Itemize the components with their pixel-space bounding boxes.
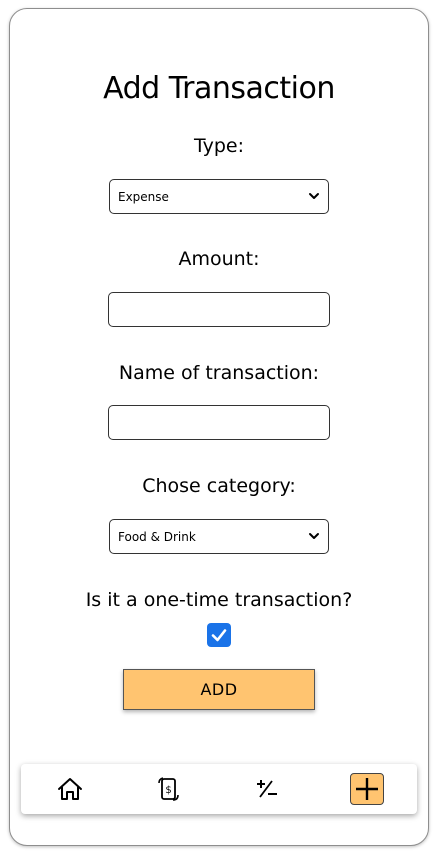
category-label: Chose category:	[142, 475, 296, 497]
one-time-label: Is it a one-time transaction?	[85, 589, 353, 611]
amount-label: Amount:	[178, 248, 260, 270]
nav-home[interactable]	[53, 773, 87, 805]
category-select-value: Food & Drink	[118, 529, 196, 544]
transaction-name-label: Name of transaction:	[118, 362, 320, 384]
checkmark-icon	[211, 629, 227, 642]
home-icon	[58, 778, 82, 800]
one-time-checkbox[interactable]	[207, 623, 231, 647]
plus-icon	[356, 778, 378, 800]
amount-input[interactable]	[108, 292, 330, 327]
page-title: Add Transaction	[103, 71, 335, 106]
chevron-down-icon	[309, 193, 319, 199]
nav-transactions[interactable]: $	[152, 773, 186, 805]
money-transfer-icon: $	[158, 777, 179, 801]
chevron-down-icon	[309, 533, 319, 539]
bottom-navigation: $	[21, 764, 417, 814]
svg-text:$: $	[165, 785, 171, 796]
transaction-name-input[interactable]	[108, 405, 330, 440]
app-screen: Add Transaction Type: Expense Amount: Na…	[9, 8, 429, 846]
nav-add-transaction[interactable]	[350, 773, 384, 805]
type-select[interactable]: Expense	[109, 179, 329, 214]
type-label: Type:	[193, 135, 245, 157]
nav-budget[interactable]	[250, 773, 284, 805]
plus-minus-icon	[257, 780, 277, 798]
category-select[interactable]: Food & Drink	[109, 519, 329, 554]
add-button[interactable]: ADD	[123, 669, 315, 710]
type-select-value: Expense	[118, 189, 169, 204]
